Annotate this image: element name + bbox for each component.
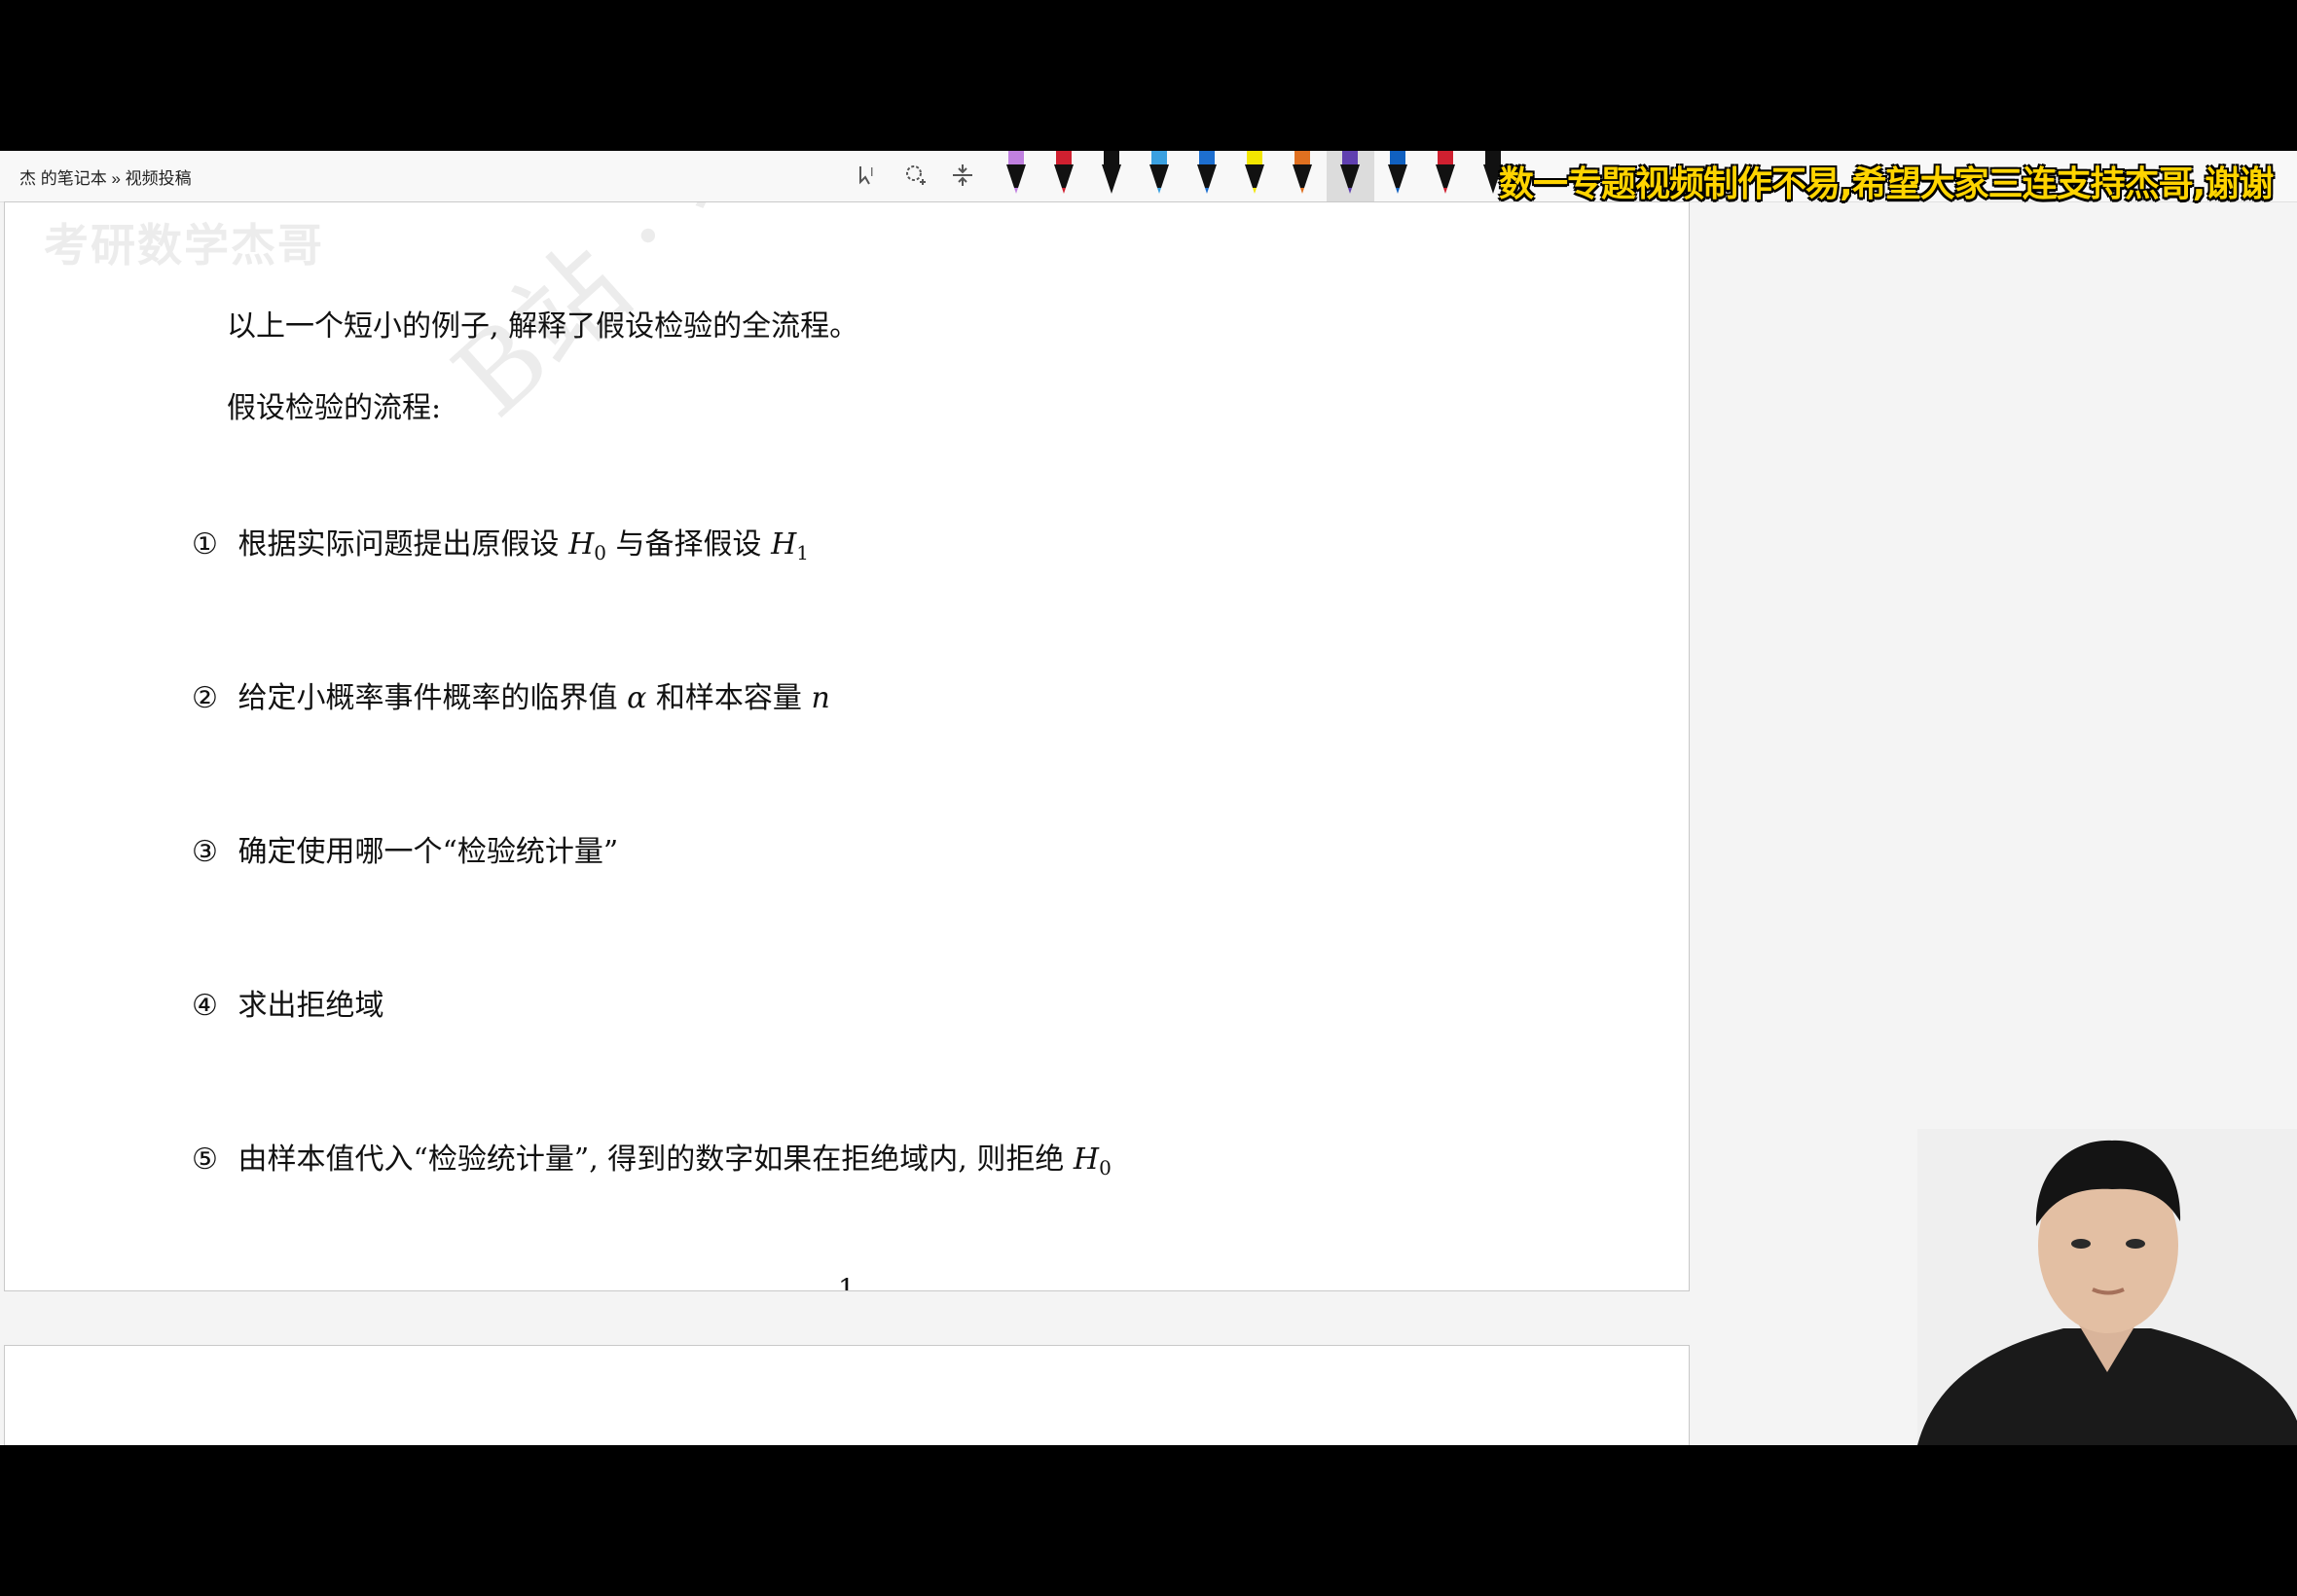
document-page: 考研数学杰哥 B站 · 考研 以上一个短小的例子, 解释了假设检验的全流程。 假… (4, 201, 1690, 1291)
step-text: 由样本值代入“检验统计量”, 得到的数字如果在拒绝域内, 则拒绝 (237, 1143, 1065, 1177)
step-5: ⑤ 由样本值代入“检验统计量”, 得到的数字如果在拒绝域内, 则拒绝 H0 (192, 1135, 1112, 1179)
tool-icons: I (855, 161, 977, 190)
pen-palette (993, 151, 1517, 201)
watermark-logo: 考研数学杰哥 (44, 219, 324, 272)
step-text: 求出拒绝域 (237, 989, 384, 1023)
step-2: ② 给定小概率事件概率的临界值 α 和样本容量 n (192, 673, 830, 716)
step-marker: ③ (192, 835, 218, 869)
step-text: 确定使用哪一个“检验统计量” (237, 835, 619, 869)
math-subscript: 1 (796, 541, 809, 564)
breadcrumb[interactable]: 杰 的笔记本 » 视频投稿 (19, 164, 192, 189)
zoom-icon[interactable] (901, 161, 930, 190)
pen-tool-6[interactable] (1231, 151, 1279, 201)
math-subscript: 0 (594, 541, 606, 564)
step-marker: ① (192, 527, 218, 562)
math-symbol: H (1073, 1143, 1100, 1177)
pen-tool-7[interactable] (1279, 151, 1327, 201)
step-1: ① 根据实际问题提出原假设 H0 与备择假设 H1 (192, 520, 809, 564)
pen-tool-8[interactable] (1327, 151, 1374, 201)
math-symbol: H (771, 527, 797, 562)
math-symbol: H (568, 527, 595, 562)
next-page (4, 1345, 1690, 1445)
math-symbol: α (627, 681, 647, 715)
pen-tool-3[interactable] (1088, 151, 1136, 201)
step-marker: ④ (192, 989, 218, 1023)
step-text-mid: 与备择假设 (615, 527, 762, 562)
intro-text: 以上一个短小的例子, 解释了假设检验的全流程。 (227, 309, 859, 344)
svg-text:I: I (870, 165, 874, 179)
step-marker: ② (192, 681, 218, 715)
page-number: 1 (838, 1273, 856, 1291)
step-text: 根据实际问题提出原假设 (237, 527, 560, 562)
step-3: ③ 确定使用哪一个“检验统计量” (192, 827, 618, 870)
insert-space-icon[interactable] (948, 161, 977, 190)
pen-tool-2[interactable] (1040, 151, 1088, 201)
step-text: 给定小概率事件概率的临界值 (237, 681, 618, 715)
pen-tool-4[interactable] (1136, 151, 1184, 201)
pen-tool-1[interactable] (993, 151, 1040, 201)
pen-tool-5[interactable] (1184, 151, 1231, 201)
process-heading: 假设检验的流程: (227, 391, 442, 425)
pen-tool-10[interactable] (1422, 151, 1470, 201)
lasso-select-icon[interactable]: I (855, 161, 884, 190)
math-symbol: n (811, 681, 830, 715)
caption-banner: 数一专题视频制作不易,希望大家三连支持杰哥,谢谢 (1499, 164, 2274, 204)
math-subscript: 0 (1099, 1156, 1112, 1179)
step-marker: ⑤ (192, 1143, 218, 1177)
webcam-overlay (1917, 1129, 2297, 1445)
step-4: ④ 求出拒绝域 (192, 981, 384, 1024)
step-text-mid: 和样本容量 (655, 681, 802, 715)
pen-tool-9[interactable] (1374, 151, 1422, 201)
